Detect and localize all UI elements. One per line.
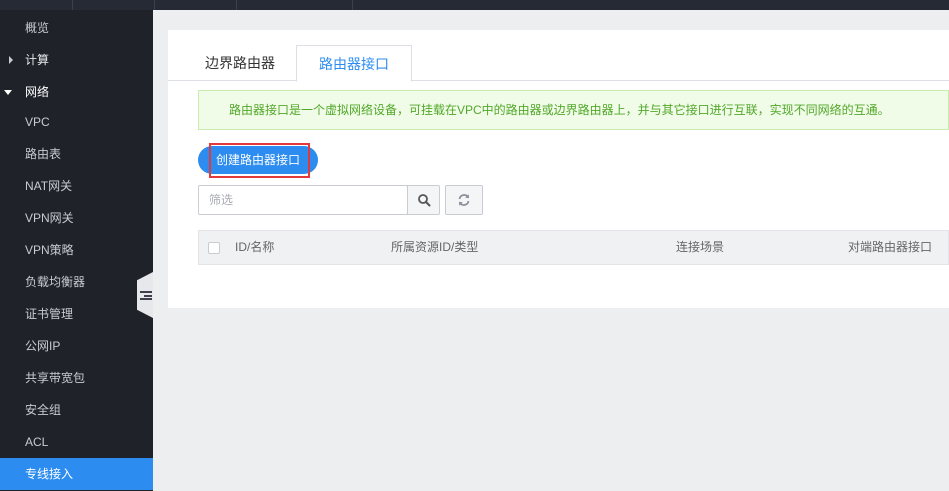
- sidebar-item-direct-connect[interactable]: 专线接入: [0, 458, 153, 490]
- sidebar-item-label: 安全组: [25, 403, 62, 417]
- collapse-sidebar-icon: [140, 291, 152, 300]
- sidebar-item-vpn-gateway[interactable]: VPN网关: [0, 202, 153, 234]
- table-header: ID/名称 所属资源ID/类型 连接场景 对端路由器接口: [198, 230, 949, 265]
- sidebar-item-label: ACL: [25, 435, 49, 449]
- tab-border-router[interactable]: 边界路由器: [184, 45, 296, 81]
- sidebar-item-label: 概览: [25, 21, 50, 35]
- sidebar-item-network[interactable]: 网络: [0, 76, 153, 108]
- create-router-interface-button[interactable]: 创建路由器接口: [198, 146, 318, 174]
- sidebar-item-public-ip[interactable]: 公网IP: [0, 330, 153, 362]
- sidebar-item-compute[interactable]: 计算: [0, 44, 153, 76]
- top-bar-divider: [154, 0, 155, 10]
- refresh-button[interactable]: [445, 185, 483, 215]
- search-button[interactable]: [407, 185, 440, 215]
- tab-bar: 边界路由器 路由器接口: [168, 30, 949, 82]
- tab-router-interface[interactable]: 路由器接口: [296, 45, 412, 82]
- sidebar-item-label: 路由表: [25, 147, 62, 161]
- sidebar-item-label: 证书管理: [25, 307, 74, 321]
- sidebar-item-shared-bandwidth[interactable]: 共享带宽包: [0, 362, 153, 394]
- sidebar: 概览 计算 网络 VPC 路由表 NAT网关 VPN网关 VPN策略 负载均衡器…: [0, 10, 153, 491]
- sidebar-item-vpn-policy[interactable]: VPN策略: [0, 234, 153, 266]
- sidebar-item-certificates[interactable]: 证书管理: [0, 298, 153, 330]
- sidebar-item-label: 共享带宽包: [25, 371, 86, 385]
- sidebar-item-overview[interactable]: 概览: [0, 12, 153, 44]
- column-header-scenario[interactable]: 连接场景: [676, 231, 724, 264]
- caret-down-icon: [4, 90, 12, 95]
- top-bar: [0, 0, 949, 10]
- sidebar-item-label: 公网IP: [25, 339, 61, 353]
- sidebar-item-label: NAT网关: [25, 179, 73, 193]
- info-notice: 路由器接口是一个虚拟网络设备，可挂载在VPC中的路由器或边界路由器上，并与其它接…: [198, 90, 949, 130]
- column-header-resource[interactable]: 所属资源ID/类型: [391, 231, 478, 264]
- sidebar-item-label: 网络: [25, 85, 50, 99]
- sidebar-item-vpc[interactable]: VPC: [0, 106, 153, 138]
- sidebar-item-label: 专线接入: [25, 467, 74, 481]
- refresh-icon: [458, 194, 470, 206]
- main-panel: 边界路由器 路由器接口 路由器接口是一个虚拟网络设备，可挂载在VPC中的路由器或…: [168, 30, 949, 308]
- column-header-peer-interface[interactable]: 对端路由器接口: [848, 231, 932, 264]
- sidebar-item-label: 负载均衡器: [25, 275, 86, 289]
- sidebar-item-route-table[interactable]: 路由表: [0, 138, 153, 170]
- sidebar-item-security-group[interactable]: 安全组: [0, 394, 153, 426]
- filter-input[interactable]: [198, 185, 408, 215]
- top-bar-divider: [72, 0, 73, 10]
- top-bar-divider: [236, 0, 237, 10]
- sidebar-item-label: VPN网关: [25, 211, 74, 225]
- sidebar-item-nat-gateway[interactable]: NAT网关: [0, 170, 153, 202]
- sidebar-item-label: VPN策略: [25, 243, 74, 257]
- sidebar-item-label: 计算: [25, 53, 50, 67]
- sidebar-item-label: VPC: [25, 115, 50, 129]
- search-icon: [417, 194, 430, 207]
- caret-right-icon: [9, 56, 13, 64]
- sidebar-item-acl[interactable]: ACL: [0, 426, 153, 458]
- column-header-id-name[interactable]: ID/名称: [235, 231, 274, 264]
- select-all-checkbox[interactable]: [208, 242, 220, 254]
- sidebar-item-load-balancer[interactable]: 负载均衡器: [0, 266, 153, 298]
- top-bar-divider: [352, 0, 353, 10]
